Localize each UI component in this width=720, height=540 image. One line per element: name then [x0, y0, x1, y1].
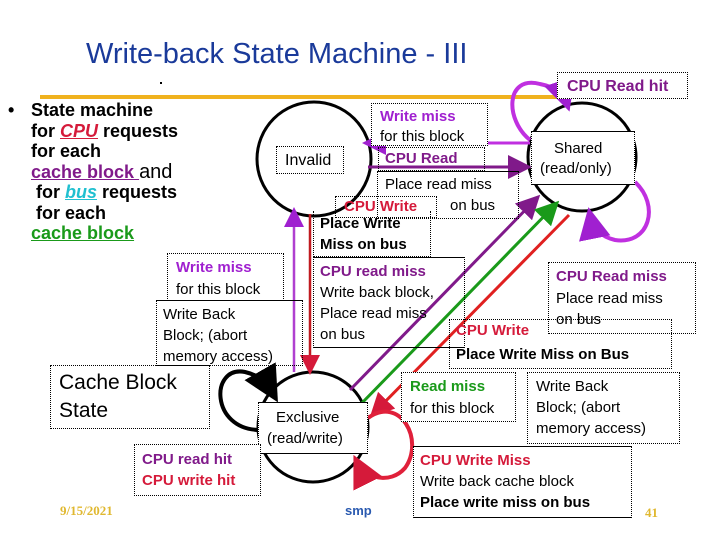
write-back-left-line2: Block; (abort [163, 327, 248, 344]
cpu-write-miss-excl-action2: Place write miss on bus [420, 494, 591, 511]
cpu-read-invalid-event: CPU Read [385, 150, 458, 167]
read-miss-bus-detail: for this block [410, 400, 495, 417]
cache-block-link-2[interactable]: cache block [31, 223, 178, 244]
write-back-right-line2: Block; (abort [536, 399, 621, 416]
cpu-write-invalid-action2: Miss on bus [320, 236, 407, 253]
label-write-miss-top: Write miss for this block [371, 103, 488, 146]
label-exclusive-hits: CPU read hit CPU write hit [134, 444, 261, 496]
cpu-read-miss-shared-event: CPU Read miss [556, 268, 667, 285]
label-cpu-read-miss-exclusive: CPU read miss Write back block, Place re… [313, 257, 465, 348]
cpu-write-miss-excl-action1: Write back cache block [420, 473, 574, 490]
write-back-right-line1: Write Back [536, 378, 609, 395]
bullet-line-5-prefix: for [36, 182, 65, 202]
state-label-invalid: Invalid [276, 146, 344, 174]
cpu-read-miss-excl-action2: Place read miss [320, 305, 427, 322]
excl-cpu-read-hit: CPU read hit [142, 451, 233, 468]
bus-link[interactable]: bus [65, 182, 97, 202]
bullet-line-2-suffix: requests [98, 120, 179, 141]
state-exclusive-line1: Exclusive [276, 409, 340, 426]
bullet-line-4: cache block and [31, 160, 178, 183]
description-text: State machine for CPU requests for each … [31, 100, 178, 244]
bullet-line-2: for CPU requests [31, 121, 178, 142]
cpu-read-invalid-action2: on bus [450, 197, 496, 214]
write-back-left-line1: Write Back [163, 306, 236, 323]
bullet-line-2-prefix: for [31, 120, 60, 141]
cpu-read-miss-excl-event: CPU read miss [320, 263, 426, 280]
cpu-write-shared-action: Place Write Miss on Bus [456, 346, 630, 363]
state-shared-line2: (read/only) [540, 160, 612, 177]
footer-date: 9/15/2021 [60, 503, 113, 518]
bullet-line-6: for each [36, 202, 107, 223]
description-bullet: • [8, 100, 14, 121]
cpu-read-miss-excl-action3: on bus [320, 326, 366, 343]
label-cpu-read-hit: CPU Read hit [557, 72, 688, 99]
cpu-write-invalid-action1: Place Write [320, 215, 401, 232]
write-miss-left-event: Write miss [176, 259, 252, 276]
cpu-read-miss-excl-action1: Write back block, [320, 284, 434, 301]
state-exclusive-line2: (read/write) [267, 430, 343, 447]
state-shared-line1: Shared [554, 140, 603, 157]
label-write-back-right: Write Back Block; (abort memory access) [527, 372, 680, 444]
bullet-line-3: for each [31, 141, 102, 161]
write-miss-top-event: Write miss [380, 108, 456, 125]
bullet-line-5-suffix: requests [97, 182, 178, 202]
write-back-right-line3: memory access) [536, 420, 647, 437]
write-back-left-line3: memory access) [163, 348, 274, 365]
state-label-shared: Shared (read/only) [531, 131, 635, 185]
state-invalid-text: Invalid [285, 152, 332, 169]
label-write-back-left: Write Back Block; (abort memory access) [156, 300, 303, 366]
footer-center-text: smp [345, 503, 372, 518]
write-miss-left-detail: for this block [176, 281, 261, 298]
label-cpu-read-invalid: CPU Read [378, 147, 485, 171]
cache-block-link-1[interactable]: cache block [31, 162, 139, 182]
excl-cpu-write-hit: CPU write hit [142, 472, 236, 489]
legend-line1: Cache Block [59, 371, 177, 394]
cpu-write-miss-excl-event: CPU Write Miss [420, 452, 531, 469]
legend-cache-block-state: Cache Block State [50, 365, 210, 429]
legend-line2: State [59, 399, 109, 422]
label-cpu-write-invalid-action: Place Write Miss on bus [313, 211, 431, 257]
bullet-line-1: State machine [31, 100, 154, 120]
read-miss-bus-event: Read miss [410, 378, 486, 395]
label-cpu-write-miss-exclusive: CPU Write Miss Write back cache block Pl… [413, 446, 632, 518]
footer-page-number: 41 [645, 505, 658, 520]
bullet-marker: • [8, 100, 15, 120]
label-cpu-write-shared: CPU Write Place Write Miss on Bus [449, 319, 672, 369]
cpu-read-miss-shared-action1: Place read miss [556, 290, 663, 307]
write-miss-top-detail: for this block [380, 128, 465, 145]
state-label-exclusive: Exclusive (read/write) [258, 402, 368, 454]
bullet-line-4-suffix: and [139, 160, 173, 183]
cpu-write-shared-event: CPU Write [456, 322, 530, 339]
cpu-read-invalid-action1: Place read miss [385, 176, 492, 193]
label-write-miss-left: Write miss for this block [167, 253, 284, 301]
label-read-miss-bus: Read miss for this block [401, 372, 516, 422]
cpu-link[interactable]: CPU [60, 121, 98, 141]
cpu-read-hit-text: CPU Read hit [567, 78, 669, 95]
bullet-line-5: for bus requests [31, 182, 178, 203]
